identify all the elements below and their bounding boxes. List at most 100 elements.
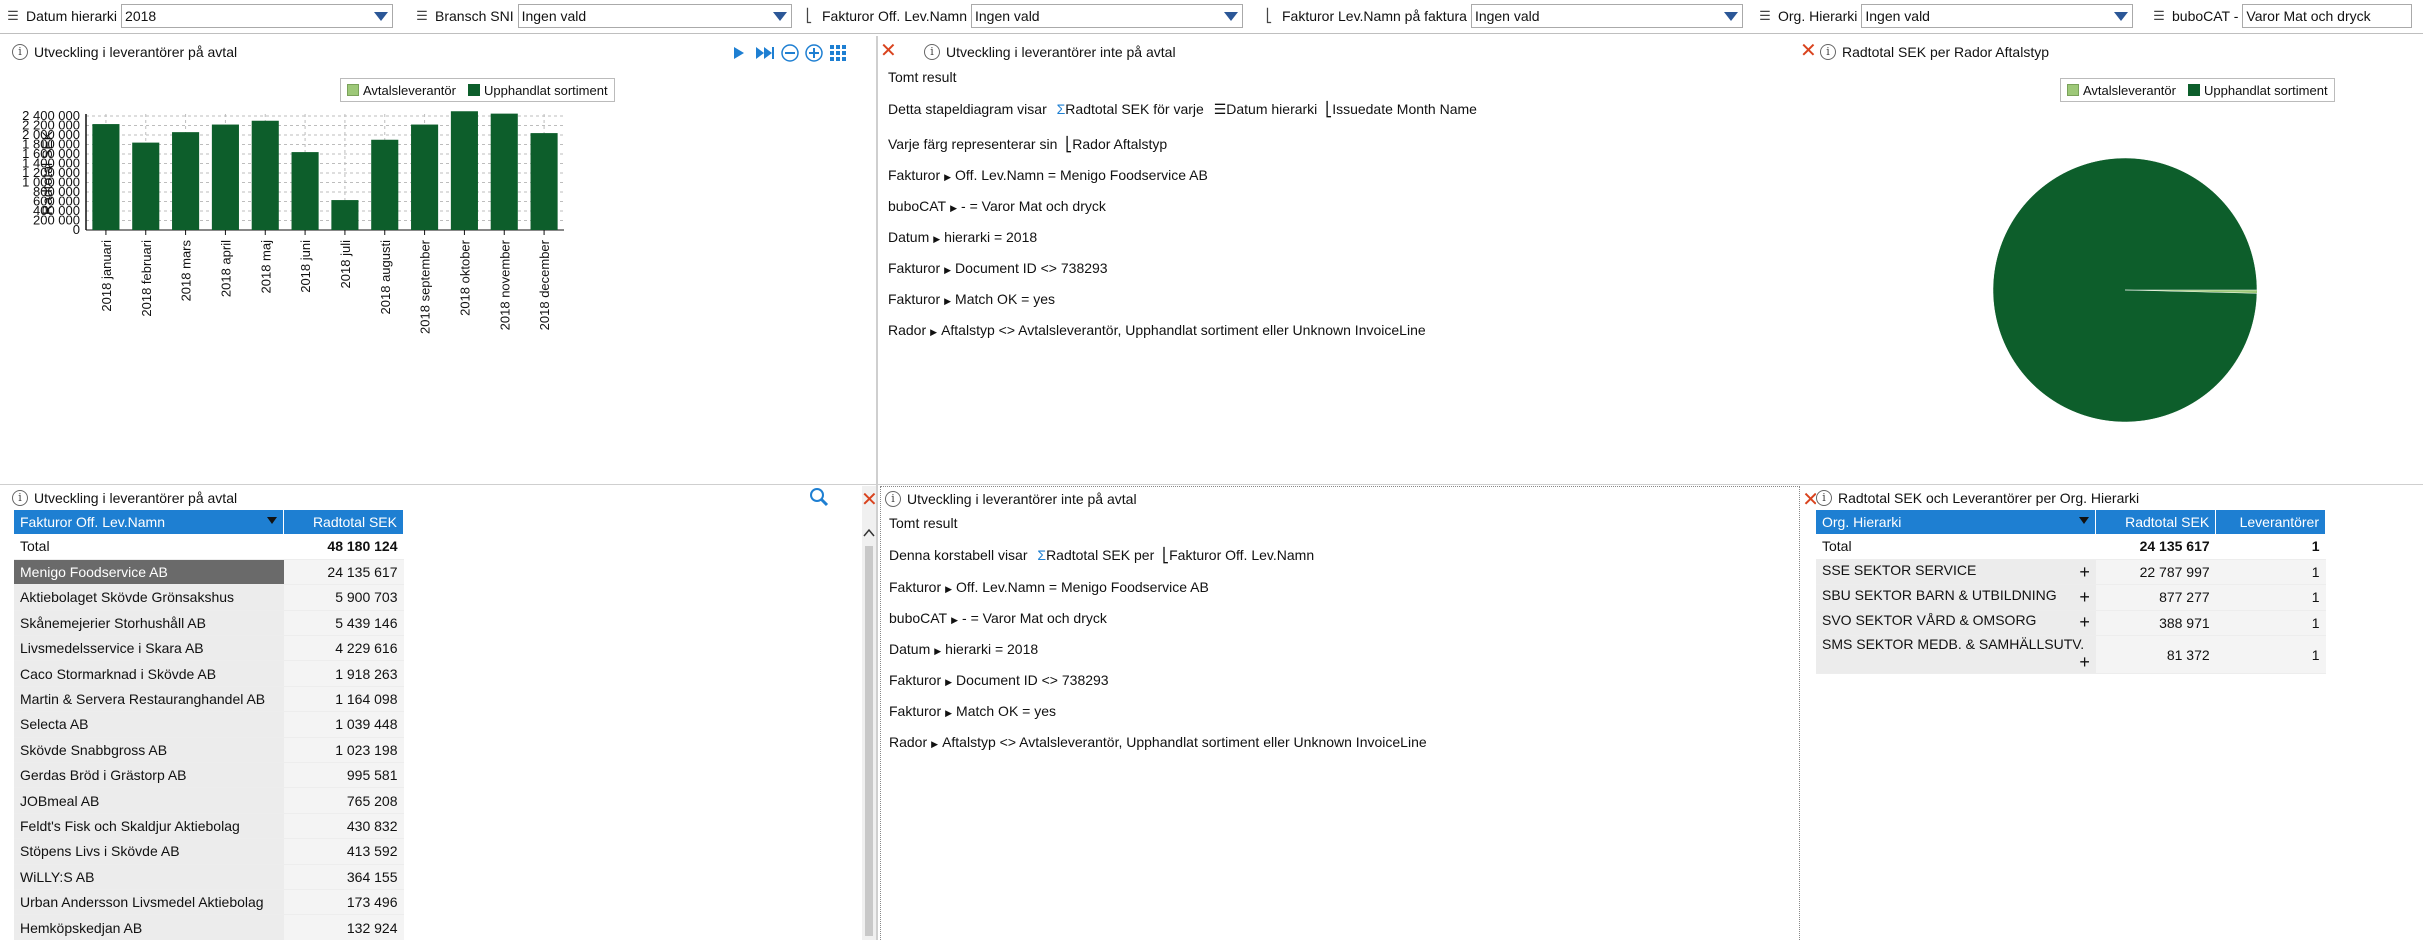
bar: [530, 133, 558, 230]
table-row[interactable]: Skövde Snabbgross AB 1 023 198: [14, 737, 404, 764]
pie-slice[interactable]: [1992, 157, 2258, 423]
table-row[interactable]: Martin & Servera Restauranghandel AB 1 16…: [14, 686, 404, 713]
caret-right-icon: ▶: [930, 327, 938, 337]
table-row[interactable]: Selecta AB 1 039 448: [14, 711, 404, 738]
filter-dropdown[interactable]: 2018: [121, 4, 394, 28]
filter-condition: Fakturor ▶ Off. Lev.Namn = Menigo Foodserv…: [888, 167, 1208, 183]
info-icon[interactable]: i: [1820, 44, 1836, 60]
caret-right-icon: ▶: [944, 296, 952, 306]
close-icon[interactable]: ✕: [1800, 38, 1817, 62]
condition-text: Document ID <> 738293: [955, 260, 1108, 276]
column-header-amount[interactable]: Radtotal SEK: [2095, 510, 2217, 534]
sort-icon[interactable]: [2079, 517, 2090, 524]
table-row[interactable]: Gerdas Bröd i Grästorp AB 995 581: [14, 762, 404, 789]
zoom-out-icon[interactable]: [780, 43, 800, 63]
filter-fakturor-off-lev-namn[interactable]: ⎣ Fakturor Off. Lev.Namn Ingen vald: [800, 3, 1243, 29]
bar: [132, 142, 160, 230]
filter-condition: Fakturor ▶ Document ID <> 738293: [889, 672, 1109, 688]
org-amount: 22 787 997: [2095, 559, 2216, 586]
filter-fakturor-lev-namn-pa-faktura[interactable]: ⎣ Fakturor Lev.Namn på faktura Ingen val…: [1260, 3, 1743, 29]
legend-item[interactable]: Upphandlat sortiment: [467, 83, 608, 98]
y-tick-label: 800 000: [33, 184, 80, 199]
search-icon[interactable]: [808, 486, 830, 508]
filter-value: Ingen vald: [1865, 8, 1930, 24]
condition-table: Datum: [889, 641, 931, 657]
table-row[interactable]: Aktiebolaget Skövde Grönsakshus 5 900 703: [14, 584, 404, 611]
column-header-suppliers[interactable]: Leverantörer: [2215, 510, 2326, 534]
info-icon[interactable]: i: [885, 491, 901, 507]
table-description: Denna korstabell visar ΣRadtotal SEK per…: [889, 547, 1314, 564]
supplier-name: Livsmedelsservice i Skara AB: [14, 635, 284, 662]
info-icon[interactable]: i: [1816, 490, 1832, 506]
table-row[interactable]: Caco Stormarknad i Skövde AB 1 918 263: [14, 660, 404, 687]
filter-value: Ingen vald: [974, 8, 1040, 24]
condition-text: Aftalstyp <> Avtalsleverantör, Upphandla…: [941, 322, 1426, 338]
table-row[interactable]: Menigo Foodservice AB 24 135 617: [14, 559, 404, 586]
caret-right-icon: ▶: [945, 677, 953, 687]
info-icon[interactable]: i: [12, 44, 28, 60]
filter-bubocat[interactable]: ☰ buboCAT - Varor Mat och dryck: [2150, 3, 2413, 29]
scrollbar[interactable]: [862, 486, 876, 940]
table-row[interactable]: Stöpens Livs i Skövde AB 413 592: [14, 838, 404, 865]
fast-forward-icon[interactable]: [754, 45, 776, 61]
scrollbar-thumb[interactable]: [865, 546, 873, 936]
expand-icon[interactable]: +: [2079, 652, 2090, 673]
supplier-name: Gerdas Bröd i Grästorp AB: [14, 762, 284, 789]
column-header-supplier[interactable]: Fakturor Off. Lev.Namn: [14, 510, 285, 534]
close-icon[interactable]: ✕: [880, 38, 897, 62]
table-row[interactable]: Skånemejerier Storhushåll AB 5 439 146: [14, 610, 404, 637]
table-row[interactable]: WiLLY:S AB 364 155: [14, 864, 404, 890]
table-row[interactable]: SBU SEKTOR BARN & UTBILDNING +877 277 1: [1816, 584, 2326, 611]
total-value: 24 135 617: [2095, 534, 2216, 560]
filter-condition: buboCAT ▶ - = Varor Mat och dryck: [888, 198, 1106, 214]
condition-table: Fakturor: [888, 291, 941, 307]
scroll-up-icon[interactable]: [862, 526, 876, 540]
filter-dropdown[interactable]: Ingen vald: [517, 4, 792, 28]
org-table-panel: i Radtotal SEK och Leverantörer per Org.…: [1816, 486, 2423, 940]
expand-icon[interactable]: +: [2079, 587, 2090, 608]
panel-title-table2: i Radtotal SEK och Leverantörer per Org.…: [1816, 486, 2139, 510]
grid-icon[interactable]: [828, 43, 848, 63]
table-row[interactable]: SVO SEKTOR VÅRD & OMSORG +388 971 1: [1816, 610, 2326, 637]
zoom-in-icon[interactable]: [804, 43, 824, 63]
org-supplier-count: 1: [2215, 559, 2326, 586]
expand-icon[interactable]: +: [2079, 562, 2090, 583]
table-row[interactable]: Feldt's Fisk och Skaldjur Aktiebolag 430 …: [14, 813, 404, 840]
table-row[interactable]: SSE SEKTOR SERVICE +22 787 997 1: [1816, 559, 2326, 586]
filter-dropdown[interactable]: Ingen vald: [1861, 4, 2134, 28]
info-icon[interactable]: i: [12, 490, 28, 506]
filter-org-hierarki[interactable]: ☰ Org. Hierarki Ingen vald: [1756, 3, 2134, 29]
chevron-down-icon[interactable]: [1223, 12, 1238, 21]
chevron-down-icon[interactable]: [2114, 12, 2129, 21]
chevron-down-icon[interactable]: [772, 12, 787, 21]
filter-dropdown[interactable]: Ingen vald: [1470, 4, 1743, 28]
play-icon[interactable]: [732, 45, 746, 61]
filter-datum-hierarki[interactable]: ☰ Datum hierarki 2018: [4, 3, 394, 29]
column-header-amount[interactable]: Radtotal SEK: [283, 510, 404, 534]
legend-item[interactable]: Avtalsleverantör: [2067, 83, 2176, 98]
legend-item[interactable]: Avtalsleverantör: [347, 83, 456, 98]
info-icon[interactable]: i: [924, 44, 940, 60]
chart-legend: Avtalsleverantör Upphandlat sortiment: [340, 78, 615, 102]
chevron-down-icon[interactable]: [374, 12, 389, 21]
table-row[interactable]: Urban Andersson Livsmedel Aktiebolag 173 …: [14, 889, 404, 916]
pie-slice[interactable]: [2125, 290, 2257, 294]
chevron-down-icon[interactable]: [1723, 12, 1738, 21]
table-row[interactable]: SMS SEKTOR MEDB. & SAMHÄLLSUTV. +81 372 1: [1816, 635, 2326, 675]
condition-text: Match OK = yes: [956, 703, 1057, 719]
filter-condition: Fakturor ▶ Match OK = yes: [888, 291, 1055, 307]
legend-item[interactable]: Upphandlat sortiment: [2187, 83, 2328, 98]
table-row[interactable]: Hemköpskedjan AB 132 924: [14, 914, 404, 940]
panel-title: Radtotal SEK och Leverantörer per Org. H…: [1838, 490, 2140, 506]
table-row[interactable]: Livsmedelsservice i Skara AB 4 229 616: [14, 635, 404, 662]
filter-dropdown[interactable]: Varor Mat och dryck: [2242, 4, 2413, 28]
expand-icon[interactable]: +: [2079, 612, 2090, 633]
close-icon[interactable]: ✕: [861, 487, 878, 511]
filter-bransch-sni[interactable]: ☰ Bransch SNI Ingen vald: [413, 3, 792, 29]
filter-condition: Datum ▶ hierarki = 2018: [889, 641, 1038, 657]
sort-icon[interactable]: [267, 517, 278, 524]
table-row[interactable]: JOBmeal AB 765 208: [14, 787, 404, 814]
supplier-amount: 1 918 263: [283, 660, 404, 687]
filter-dropdown[interactable]: Ingen vald: [970, 4, 1243, 28]
column-header-org[interactable]: Org. Hierarki: [1816, 510, 2097, 534]
